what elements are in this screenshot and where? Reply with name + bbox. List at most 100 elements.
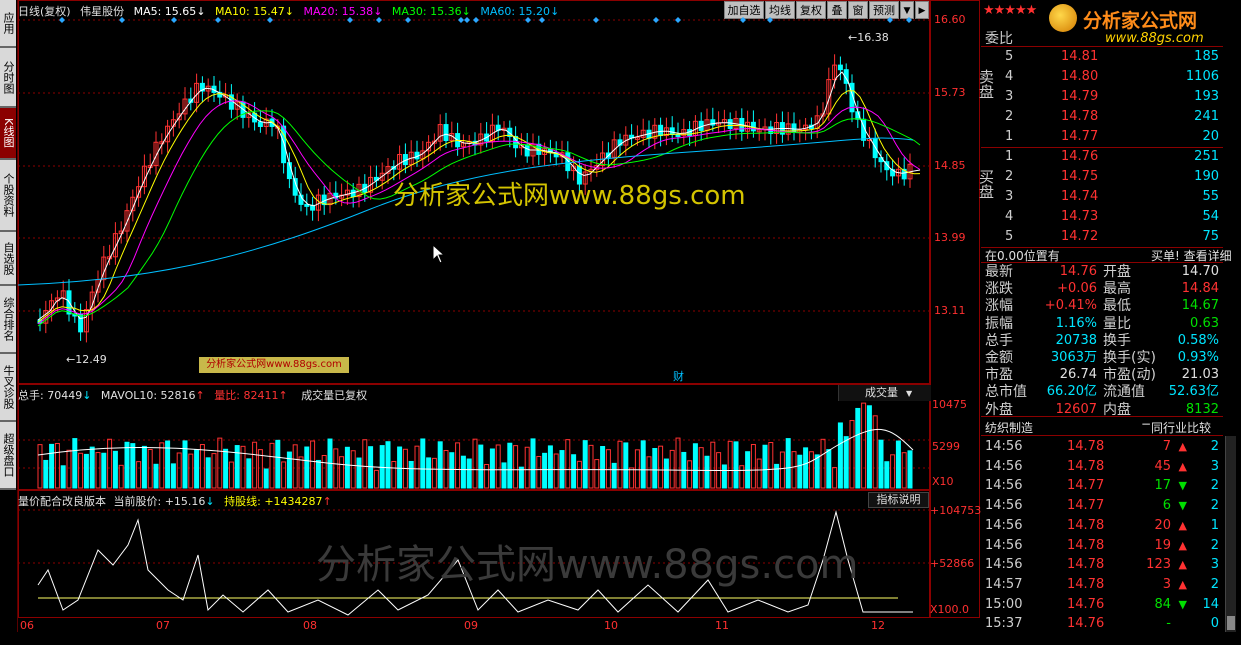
volume-bar xyxy=(791,451,797,489)
volume-bar xyxy=(211,453,217,489)
x-tick: 10 xyxy=(604,619,618,632)
bid-row: 5 14.72 75 xyxy=(1005,229,1219,244)
chart-area: 日线(复权) 伟星股份 MA5: 15.65↓ MA10: 15.47↓ MA2… xyxy=(18,0,981,632)
rating-stars-icon: ★★★★★ xyxy=(983,3,1037,18)
volume-bar xyxy=(849,420,855,489)
price-tick: 15.73 xyxy=(934,86,966,99)
tab-diagnosis[interactable]: 牛叉诊股 xyxy=(0,354,16,422)
tick-row: 14:56 14.78 20 ▲ 1 xyxy=(985,517,1219,533)
indicator-tick: X100.0 xyxy=(930,603,970,616)
volume-bar xyxy=(159,442,165,489)
logo: 分析家公式网 www.88gs.com xyxy=(1043,0,1241,48)
event-marker-icon xyxy=(458,17,464,23)
volume-tick: 10475 xyxy=(932,398,967,411)
industry-name[interactable]: 纺织制造 xyxy=(985,419,1033,436)
price-tick: 13.11 xyxy=(934,304,966,317)
event-marker-icon xyxy=(675,17,681,23)
order-book: 卖盘 买盘 5 14.81 185 4 14.80 1106 3 14.79 193 2 14.78… xyxy=(977,46,1223,248)
industry-compare-link[interactable]: 同行业比较 xyxy=(1151,419,1211,436)
event-marker-icon xyxy=(473,17,479,23)
volume-bar xyxy=(437,441,443,489)
indicator-tick: +52866 xyxy=(930,557,975,570)
volume-bar xyxy=(397,446,403,489)
volume-bar xyxy=(136,461,142,489)
volume-bar xyxy=(594,459,600,489)
volume-bar xyxy=(368,446,374,489)
scrollbar-thumb[interactable] xyxy=(1227,616,1235,630)
event-marker-icon xyxy=(267,17,273,23)
tab-super-quote[interactable]: 超级盘口 xyxy=(0,422,16,490)
tab-ranking[interactable]: 综合排名 xyxy=(0,286,16,354)
volume-bar xyxy=(536,455,542,489)
volume-bar xyxy=(426,457,432,489)
ask-row: 1 14.77 20 xyxy=(1005,129,1219,144)
volume-bar xyxy=(768,442,774,489)
tick-row: 15:37 14.76-0 xyxy=(985,616,1219,632)
volume-bar xyxy=(565,439,571,489)
volume-bar xyxy=(362,439,368,489)
volume-bar xyxy=(281,461,287,489)
watermark-text: 分析家公式网www.88gs.com xyxy=(393,181,746,211)
x-tick: 11 xyxy=(715,619,729,632)
volume-bar xyxy=(455,442,461,489)
volume-bar xyxy=(95,452,101,489)
mouse-cursor-icon xyxy=(432,244,446,264)
tick-row: 14:56 14.78 45 ▲ 3 xyxy=(985,458,1219,474)
volume-bar xyxy=(431,457,437,489)
volume-bar xyxy=(60,465,66,489)
candle xyxy=(837,64,843,71)
tick-scrollbar[interactable] xyxy=(1225,436,1236,632)
event-marker-icon xyxy=(525,17,531,23)
volume-bar xyxy=(803,447,809,489)
volume-bar xyxy=(617,440,623,489)
volume-bar xyxy=(223,448,229,489)
volume-bar xyxy=(495,444,501,489)
logo-flower-icon xyxy=(1049,4,1077,32)
volume-bar xyxy=(756,458,762,489)
volume-bar xyxy=(194,449,200,489)
volume-bar xyxy=(66,449,72,489)
volume-bar xyxy=(228,461,234,489)
high-price-label: ←16.38 xyxy=(848,31,889,44)
volume-bar xyxy=(629,467,635,489)
volume-bar xyxy=(124,441,130,489)
volume-bar xyxy=(501,462,507,489)
volume-bar xyxy=(843,436,849,489)
volume-bar xyxy=(286,451,292,489)
event-marker-icon xyxy=(887,17,893,23)
volume-bar xyxy=(582,440,588,489)
volume-bar xyxy=(837,422,843,489)
minus-icon[interactable]: − xyxy=(1141,417,1151,431)
tab-stock-info[interactable]: 个股资料 xyxy=(0,160,16,232)
volume-bar xyxy=(750,444,756,489)
volume-bar xyxy=(669,449,675,489)
chart-canvas[interactable] xyxy=(18,0,930,618)
event-marker-icon xyxy=(405,17,411,23)
volume-bar xyxy=(199,444,205,489)
volume-bar xyxy=(101,452,107,489)
volume-bar xyxy=(832,467,838,489)
tab-watchlist[interactable]: 自选股 xyxy=(0,232,16,286)
volume-bar xyxy=(350,450,356,489)
volume-bar xyxy=(478,444,484,489)
tab-kline[interactable]: K线图 xyxy=(0,108,16,160)
tab-timeshare[interactable]: 分时图 xyxy=(0,48,16,108)
candle xyxy=(669,127,675,135)
candle xyxy=(872,138,878,159)
volume-bar xyxy=(878,439,884,489)
volume-bar xyxy=(379,445,385,489)
volume-bar xyxy=(658,445,664,489)
volume-bar xyxy=(408,460,414,489)
volume-bar xyxy=(872,415,878,489)
volume-bar xyxy=(513,445,519,489)
volume-bar xyxy=(733,441,739,489)
event-marker-icon xyxy=(539,17,545,23)
volume-bar xyxy=(83,453,89,489)
candle xyxy=(524,144,530,157)
finance-mark[interactable]: 财 xyxy=(673,368,684,384)
tab-app[interactable]: 应用 xyxy=(0,0,16,48)
x-tick: 06 xyxy=(20,619,34,632)
candle xyxy=(658,124,664,137)
volume-bar xyxy=(727,440,733,489)
volume-bar xyxy=(269,442,275,489)
